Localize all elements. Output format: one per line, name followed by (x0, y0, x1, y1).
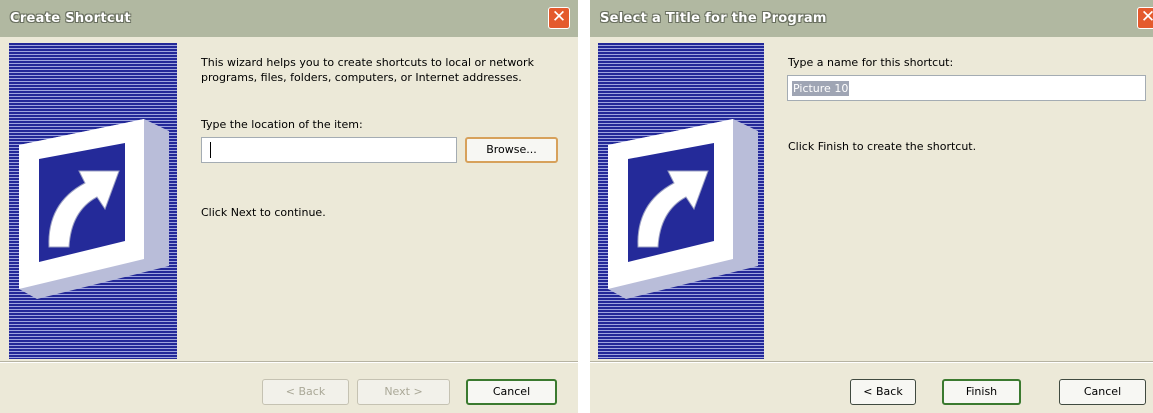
finish-text: Click Finish to create the shortcut. (788, 140, 977, 153)
continue-text: Click Next to continue. (201, 206, 326, 219)
back-button[interactable]: < Back (850, 379, 916, 405)
shortcut-name-input[interactable]: Picture 10 (787, 75, 1146, 101)
wizard-banner (9, 43, 177, 359)
shortcut-arrow-icon (19, 119, 169, 299)
select-title-dialog: Select a Title for the Program ✕ Type a … (590, 0, 1153, 413)
cancel-button[interactable]: Cancel (1059, 379, 1146, 405)
back-button[interactable]: < Back (262, 379, 349, 405)
text-caret (210, 142, 211, 158)
next-button[interactable]: Next > (357, 379, 450, 405)
close-button[interactable]: ✕ (1137, 7, 1153, 29)
shortcut-name-value: Picture 10 (792, 81, 850, 96)
footer-separator (590, 361, 1153, 363)
footer-separator (0, 361, 578, 363)
location-label: Type the location of the item: (201, 118, 363, 131)
wizard-banner (598, 43, 764, 359)
shortcut-arrow-icon (608, 119, 758, 299)
browse-button[interactable]: Browse... (465, 137, 558, 163)
dialog-title: Select a Title for the Program (600, 11, 827, 26)
create-shortcut-dialog: Create Shortcut ✕ This wizard helps you … (0, 0, 578, 413)
intro-text: This wizard helps you to create shortcut… (201, 56, 534, 84)
close-button[interactable]: ✕ (548, 7, 570, 29)
finish-button[interactable]: Finish (942, 379, 1021, 405)
name-label: Type a name for this shortcut: (788, 56, 954, 69)
location-input[interactable] (201, 137, 457, 163)
title-bar[interactable]: Select a Title for the Program ✕ (590, 0, 1153, 37)
cancel-button[interactable]: Cancel (466, 379, 557, 405)
title-bar[interactable]: Create Shortcut ✕ (0, 0, 578, 37)
dialog-title: Create Shortcut (10, 11, 131, 26)
